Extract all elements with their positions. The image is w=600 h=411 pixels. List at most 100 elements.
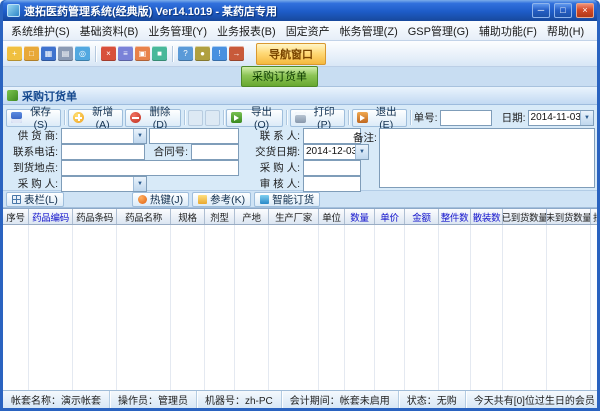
- columns-button[interactable]: 表栏(L): [6, 192, 64, 207]
- table-column: [375, 225, 405, 390]
- column-header[interactable]: 生产厂家: [269, 209, 319, 224]
- print-button[interactable]: 打印(P): [290, 109, 345, 127]
- minimize-button[interactable]: ─: [532, 3, 550, 18]
- delivery-date-picker[interactable]: 2014-12-03 ▼: [303, 144, 369, 160]
- prev-record-button[interactable]: [188, 110, 203, 126]
- dropdown-arrow-icon[interactable]: ▼: [580, 111, 593, 125]
- menu-item[interactable]: 业务管理(Y): [143, 21, 212, 41]
- navigation-window-button[interactable]: 导航窗口: [256, 43, 326, 65]
- column-header[interactable]: 已到货数量: [503, 209, 547, 224]
- add-button[interactable]: 新增(A): [68, 109, 123, 127]
- maximize-button[interactable]: □: [554, 3, 572, 18]
- table-body[interactable]: [3, 225, 597, 390]
- menu-item[interactable]: 业务报表(B): [212, 21, 281, 41]
- delete-icon[interactable]: ×: [101, 46, 116, 61]
- buyer-label: 采 购 人:: [3, 176, 61, 191]
- toolbar-icons: +□▦▤◎ ×≡▣■?●!→: [7, 46, 244, 62]
- status-segment: 今天共有[0]位过生日的会员: [466, 391, 597, 408]
- auditor-label: 审 核 人:: [249, 176, 303, 191]
- menu-item[interactable]: 系统维护(S): [6, 21, 75, 41]
- table-column: [471, 225, 503, 390]
- toolbar-separator: [286, 110, 287, 125]
- column-header[interactable]: 剂型: [205, 209, 235, 224]
- new-bill-icon[interactable]: +: [7, 46, 22, 61]
- note-input[interactable]: [379, 128, 595, 188]
- preview-icon[interactable]: ◎: [75, 46, 90, 61]
- buyer-combo[interactable]: ▼: [61, 176, 147, 192]
- phone-input[interactable]: [61, 144, 145, 160]
- calendar-icon[interactable]: ▣: [135, 46, 150, 61]
- menu-item[interactable]: 帮助(H): [542, 21, 589, 41]
- purchaser-input[interactable]: [303, 160, 361, 176]
- exit-button[interactable]: 退出(E): [352, 109, 407, 127]
- form-fields: 供 货 商: ▼ 联 系 人: 联系电话: 合同号: 交货日期:: [3, 128, 597, 190]
- supplier-combo[interactable]: ▼: [61, 128, 147, 144]
- menu-item[interactable]: 帐务管理(Z): [335, 21, 403, 41]
- table-column: [547, 225, 591, 390]
- menu-item[interactable]: GSP管理(G): [403, 21, 474, 41]
- calculator-icon[interactable]: ≡: [118, 46, 133, 61]
- hotkey-button[interactable]: 热键(J): [132, 192, 189, 207]
- reference-icon: [198, 195, 207, 204]
- column-header[interactable]: 单位: [319, 209, 345, 224]
- title-bar[interactable]: 速拓医药管理系统(经典版) Ver14.1019 - 某药店专用 ─ □ ×: [3, 0, 597, 21]
- form-toolbar: 保存(S) 新增(A) 删除(D) 导出(O) 打印(P): [3, 107, 597, 128]
- phone-label: 联系电话:: [3, 144, 61, 159]
- column-header[interactable]: 药品名称: [117, 209, 171, 224]
- date-picker[interactable]: 2014-11-03 ▼: [528, 110, 594, 126]
- query-icon[interactable]: ?: [178, 46, 193, 61]
- column-header[interactable]: 单价: [375, 209, 405, 224]
- smart-order-button[interactable]: 智能订货: [254, 192, 320, 207]
- menu-item[interactable]: 固定资产: [281, 21, 335, 41]
- buyer-value: [62, 177, 133, 191]
- dropdown-arrow-icon[interactable]: ▼: [133, 177, 146, 191]
- table-column: [269, 225, 319, 390]
- column-header[interactable]: 未到货数量: [547, 209, 591, 224]
- delete-button[interactable]: 删除(D): [125, 109, 181, 127]
- supplier-label: 供 货 商:: [3, 128, 61, 143]
- dropdown-arrow-icon[interactable]: ▼: [355, 145, 368, 159]
- auditor-input[interactable]: [303, 176, 361, 192]
- column-header[interactable]: 散装数: [471, 209, 503, 224]
- delete-icon: [130, 112, 141, 123]
- save-icon[interactable]: ▦: [41, 46, 56, 61]
- export-button[interactable]: 导出(O): [226, 109, 282, 127]
- purchase-order-tab[interactable]: 采购订货单: [241, 66, 318, 87]
- table-column: [235, 225, 269, 390]
- lock-icon[interactable]: ●: [195, 46, 210, 61]
- next-record-button[interactable]: [205, 110, 220, 126]
- order-no-input[interactable]: [440, 110, 492, 126]
- column-header[interactable]: 规格: [171, 209, 205, 224]
- menu-bar: 系统维护(S)基础资料(B)业务管理(Y)业务报表(B)固定资产帐务管理(Z)G…: [3, 21, 597, 41]
- message-icon[interactable]: ■: [152, 46, 167, 61]
- toolbar-separator: [223, 110, 224, 125]
- open-folder-icon[interactable]: □: [24, 46, 39, 61]
- exit-door-icon[interactable]: →: [229, 46, 244, 61]
- address-input[interactable]: [61, 160, 239, 176]
- column-header[interactable]: 药品条码: [73, 209, 117, 224]
- column-header[interactable]: 药品编码: [29, 209, 73, 224]
- export-icon: [231, 112, 242, 123]
- form-icon: [7, 90, 18, 101]
- close-button[interactable]: ×: [576, 3, 594, 18]
- help-icon[interactable]: !: [212, 46, 227, 61]
- column-header[interactable]: 整件数: [439, 209, 471, 224]
- supplier-name-input[interactable]: [149, 128, 239, 144]
- column-header[interactable]: 金额: [405, 209, 439, 224]
- save-label: 保存(S): [25, 104, 56, 131]
- menu-item[interactable]: 辅助功能(F): [474, 21, 542, 41]
- table-column: [503, 225, 547, 390]
- column-header[interactable]: 数量: [345, 209, 375, 224]
- column-header[interactable]: 批: [591, 209, 597, 224]
- dropdown-arrow-icon[interactable]: ▼: [133, 129, 146, 143]
- form-row: 联 系 人:: [249, 128, 361, 143]
- contract-input[interactable]: [191, 144, 239, 160]
- save-button[interactable]: 保存(S): [6, 109, 61, 127]
- column-header[interactable]: 产地: [235, 209, 269, 224]
- reference-button[interactable]: 参考(K): [192, 192, 251, 207]
- print-icon[interactable]: ▤: [58, 46, 73, 61]
- table-column: [439, 225, 471, 390]
- menu-item[interactable]: 基础资料(B): [75, 21, 144, 41]
- column-header[interactable]: 序号: [3, 209, 29, 224]
- table-header-row: 序号药品编码药品条码药品名称规格剂型产地生产厂家单位数量单价金额整件数散装数已到…: [3, 209, 597, 225]
